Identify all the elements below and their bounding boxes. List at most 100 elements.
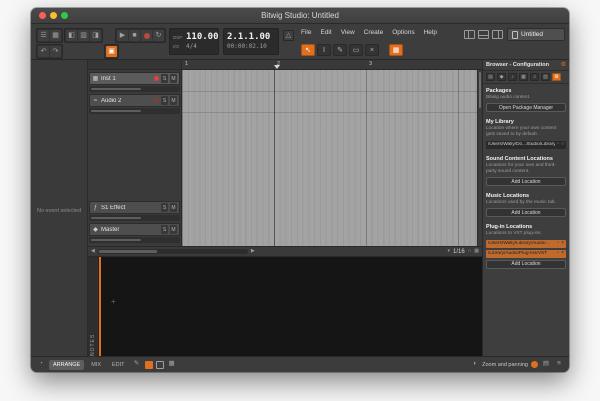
mixer-grid-icon[interactable]: ▦ — [167, 360, 177, 370]
browse-folder-icon[interactable]: ▫ — [557, 142, 559, 147]
add-clip-icon[interactable]: + — [111, 297, 116, 306]
remove-path-icon[interactable]: × — [561, 251, 564, 256]
arrange-layout-icon[interactable]: ◧ — [66, 30, 77, 41]
redo-icon[interactable]: ↷ — [50, 46, 61, 57]
metronome-button[interactable]: △ — [283, 30, 294, 41]
add-location-button[interactable]: Add Location — [486, 259, 566, 269]
automation-write-icon[interactable]: ▣ — [106, 46, 117, 57]
devices-tab-icon[interactable]: ▤ — [486, 73, 495, 81]
magnet-icon[interactable]: ∩ — [468, 249, 472, 254]
add-location-button[interactable]: Add Location — [486, 177, 566, 187]
loop-button[interactable]: ↻ — [153, 30, 164, 41]
macos-titlebar[interactable]: Bitwig Studio: Untitled — [31, 8, 569, 24]
play-button[interactable]: ▶ — [117, 30, 128, 41]
solo-button[interactable]: S — [161, 225, 168, 234]
mute-button[interactable]: M — [170, 225, 177, 234]
follow-playback-icon[interactable] — [144, 360, 153, 369]
arrangement-grid[interactable] — [182, 70, 482, 246]
gear-icon[interactable]: ⚙ — [561, 62, 566, 68]
position-value[interactable]: 2.1.1.00 — [227, 33, 270, 42]
view-button-edit[interactable]: EDIT — [108, 360, 129, 370]
remove-path-icon[interactable]: × — [561, 241, 564, 246]
music-tab-icon[interactable]: ♫ — [530, 73, 539, 81]
maximize-button[interactable] — [61, 12, 68, 19]
open-package-manager-button[interactable]: Open Package Manager — [486, 103, 566, 113]
track-header-master[interactable]: ◆ Master S M — [89, 223, 180, 236]
solo-button[interactable]: S — [161, 203, 168, 212]
time-selection-tool-button[interactable]: I — [317, 44, 331, 56]
ruler-track[interactable]: 1 2 3 — [182, 60, 482, 69]
scroll-right-icon[interactable]: ▶ — [251, 249, 255, 254]
horizontal-scrollbar[interactable] — [97, 249, 248, 254]
notes-editor-tab[interactable]: NOTES — [90, 262, 96, 356]
browse-folder-icon[interactable]: ▫ — [557, 241, 559, 246]
menu-view[interactable]: View — [341, 29, 355, 36]
menu-options[interactable]: Options — [392, 29, 414, 36]
grid-snap-icon[interactable]: ▦ — [474, 249, 479, 254]
track-header-s1-effect[interactable]: ƒ S1 Effect S M — [89, 201, 180, 214]
time-signature-value[interactable]: 4/4 — [186, 44, 197, 50]
pencil-tool-button[interactable]: ✎ — [333, 44, 347, 56]
configuration-tab-icon[interactable]: ⚙ — [552, 73, 561, 81]
files-tab-icon[interactable]: ▧ — [541, 73, 550, 81]
right-panel-toggle-icon[interactable] — [492, 30, 503, 39]
dual-display-icon[interactable] — [155, 360, 164, 369]
close-button[interactable] — [39, 12, 46, 19]
stop-button[interactable]: ■ — [129, 30, 140, 41]
editor-tab-strip[interactable]: NOTES — [88, 257, 99, 356]
plugin-path-field[interactable]: /Library/Audio/Plug-Ins/VST ▫ × — [486, 249, 566, 258]
presets-tab-icon[interactable]: ◆ — [497, 73, 506, 81]
library-path-field[interactable]: /Users/Wally/Do...Studio/Library ▫ ○ — [486, 140, 566, 149]
zoom-mode-icon[interactable]: ◑ — [469, 360, 479, 370]
eraser-tool-button[interactable]: ▭ — [349, 44, 363, 56]
timeline-ruler[interactable]: 1 2 3 — [88, 60, 482, 70]
add-location-button[interactable]: Add Location — [486, 208, 566, 218]
undo-icon[interactable]: ↶ — [38, 46, 49, 57]
position-display[interactable]: 2.1.1.00 00:00:02.10 — [223, 28, 279, 55]
solo-button[interactable]: S — [161, 74, 168, 83]
snap-menu-icon[interactable]: ▾ — [447, 249, 450, 254]
solo-button[interactable]: S — [161, 96, 168, 105]
track-name[interactable]: S1 Effect — [101, 205, 159, 211]
project-panel-icon[interactable]: ☰ — [38, 30, 49, 41]
track-header-audio-2[interactable]: ≈ Audio 2 S M — [89, 94, 180, 107]
display-mode-icon[interactable]: ◔ — [36, 360, 46, 370]
record-arm-button[interactable] — [154, 76, 159, 81]
vertical-scrollbar[interactable] — [477, 70, 482, 246]
menu-file[interactable]: File — [301, 29, 311, 36]
time-value[interactable]: 00:00:02.10 — [227, 44, 267, 50]
mute-button[interactable]: M — [170, 96, 177, 105]
record-arm-button[interactable] — [154, 98, 159, 103]
notification-dot-icon[interactable] — [531, 361, 538, 368]
mute-button[interactable]: M — [170, 74, 177, 83]
document-tab[interactable]: Untitled — [507, 28, 565, 41]
track-header-inst-1[interactable]: ▦ Inst 1 S M — [89, 72, 180, 85]
track-name[interactable]: Inst 1 — [101, 76, 152, 82]
track-name[interactable]: Master — [101, 227, 159, 233]
tempo-value[interactable]: 110.00 — [186, 33, 219, 42]
editor-canvas[interactable]: + — [101, 257, 482, 356]
mix-layout-icon[interactable]: ▥ — [78, 30, 89, 41]
io-panel-icon[interactable]: ▦ — [50, 30, 61, 41]
menu-help[interactable]: Help — [424, 29, 437, 36]
plugin-path-field[interactable]: /Users/Wally/Library/Audio/... ▫ × — [486, 239, 566, 248]
reset-path-icon[interactable]: ○ — [561, 142, 564, 147]
playhead-marker-icon[interactable] — [274, 65, 280, 69]
browse-folder-icon[interactable]: ▫ — [557, 251, 559, 256]
scroll-left-icon[interactable]: ◀ — [91, 249, 95, 254]
multisamples-tab-icon[interactable]: ▦ — [519, 73, 528, 81]
bottom-panel-toggle-icon[interactable] — [478, 30, 489, 39]
list-icon[interactable]: ▤ — [541, 360, 551, 370]
view-button-arrange[interactable]: ARRANGE — [49, 359, 85, 370]
automation-icon[interactable]: ✎ — [132, 360, 142, 370]
view-button-mix[interactable]: MIX — [87, 360, 105, 370]
tempo-display[interactable]: DSP 110.00 I/O 4/4 — [169, 28, 219, 55]
track-name[interactable]: Audio 2 — [101, 98, 152, 104]
menu-create[interactable]: Create — [364, 29, 384, 36]
snap-value[interactable]: 1/16 — [453, 249, 465, 255]
record-button[interactable] — [141, 30, 152, 41]
edit-layout-icon[interactable]: ◨ — [90, 30, 101, 41]
knife-tool-button[interactable]: × — [365, 44, 379, 56]
menu-icon[interactable]: ≡ — [554, 360, 564, 370]
pointer-tool-button[interactable]: ↖ — [301, 44, 315, 56]
